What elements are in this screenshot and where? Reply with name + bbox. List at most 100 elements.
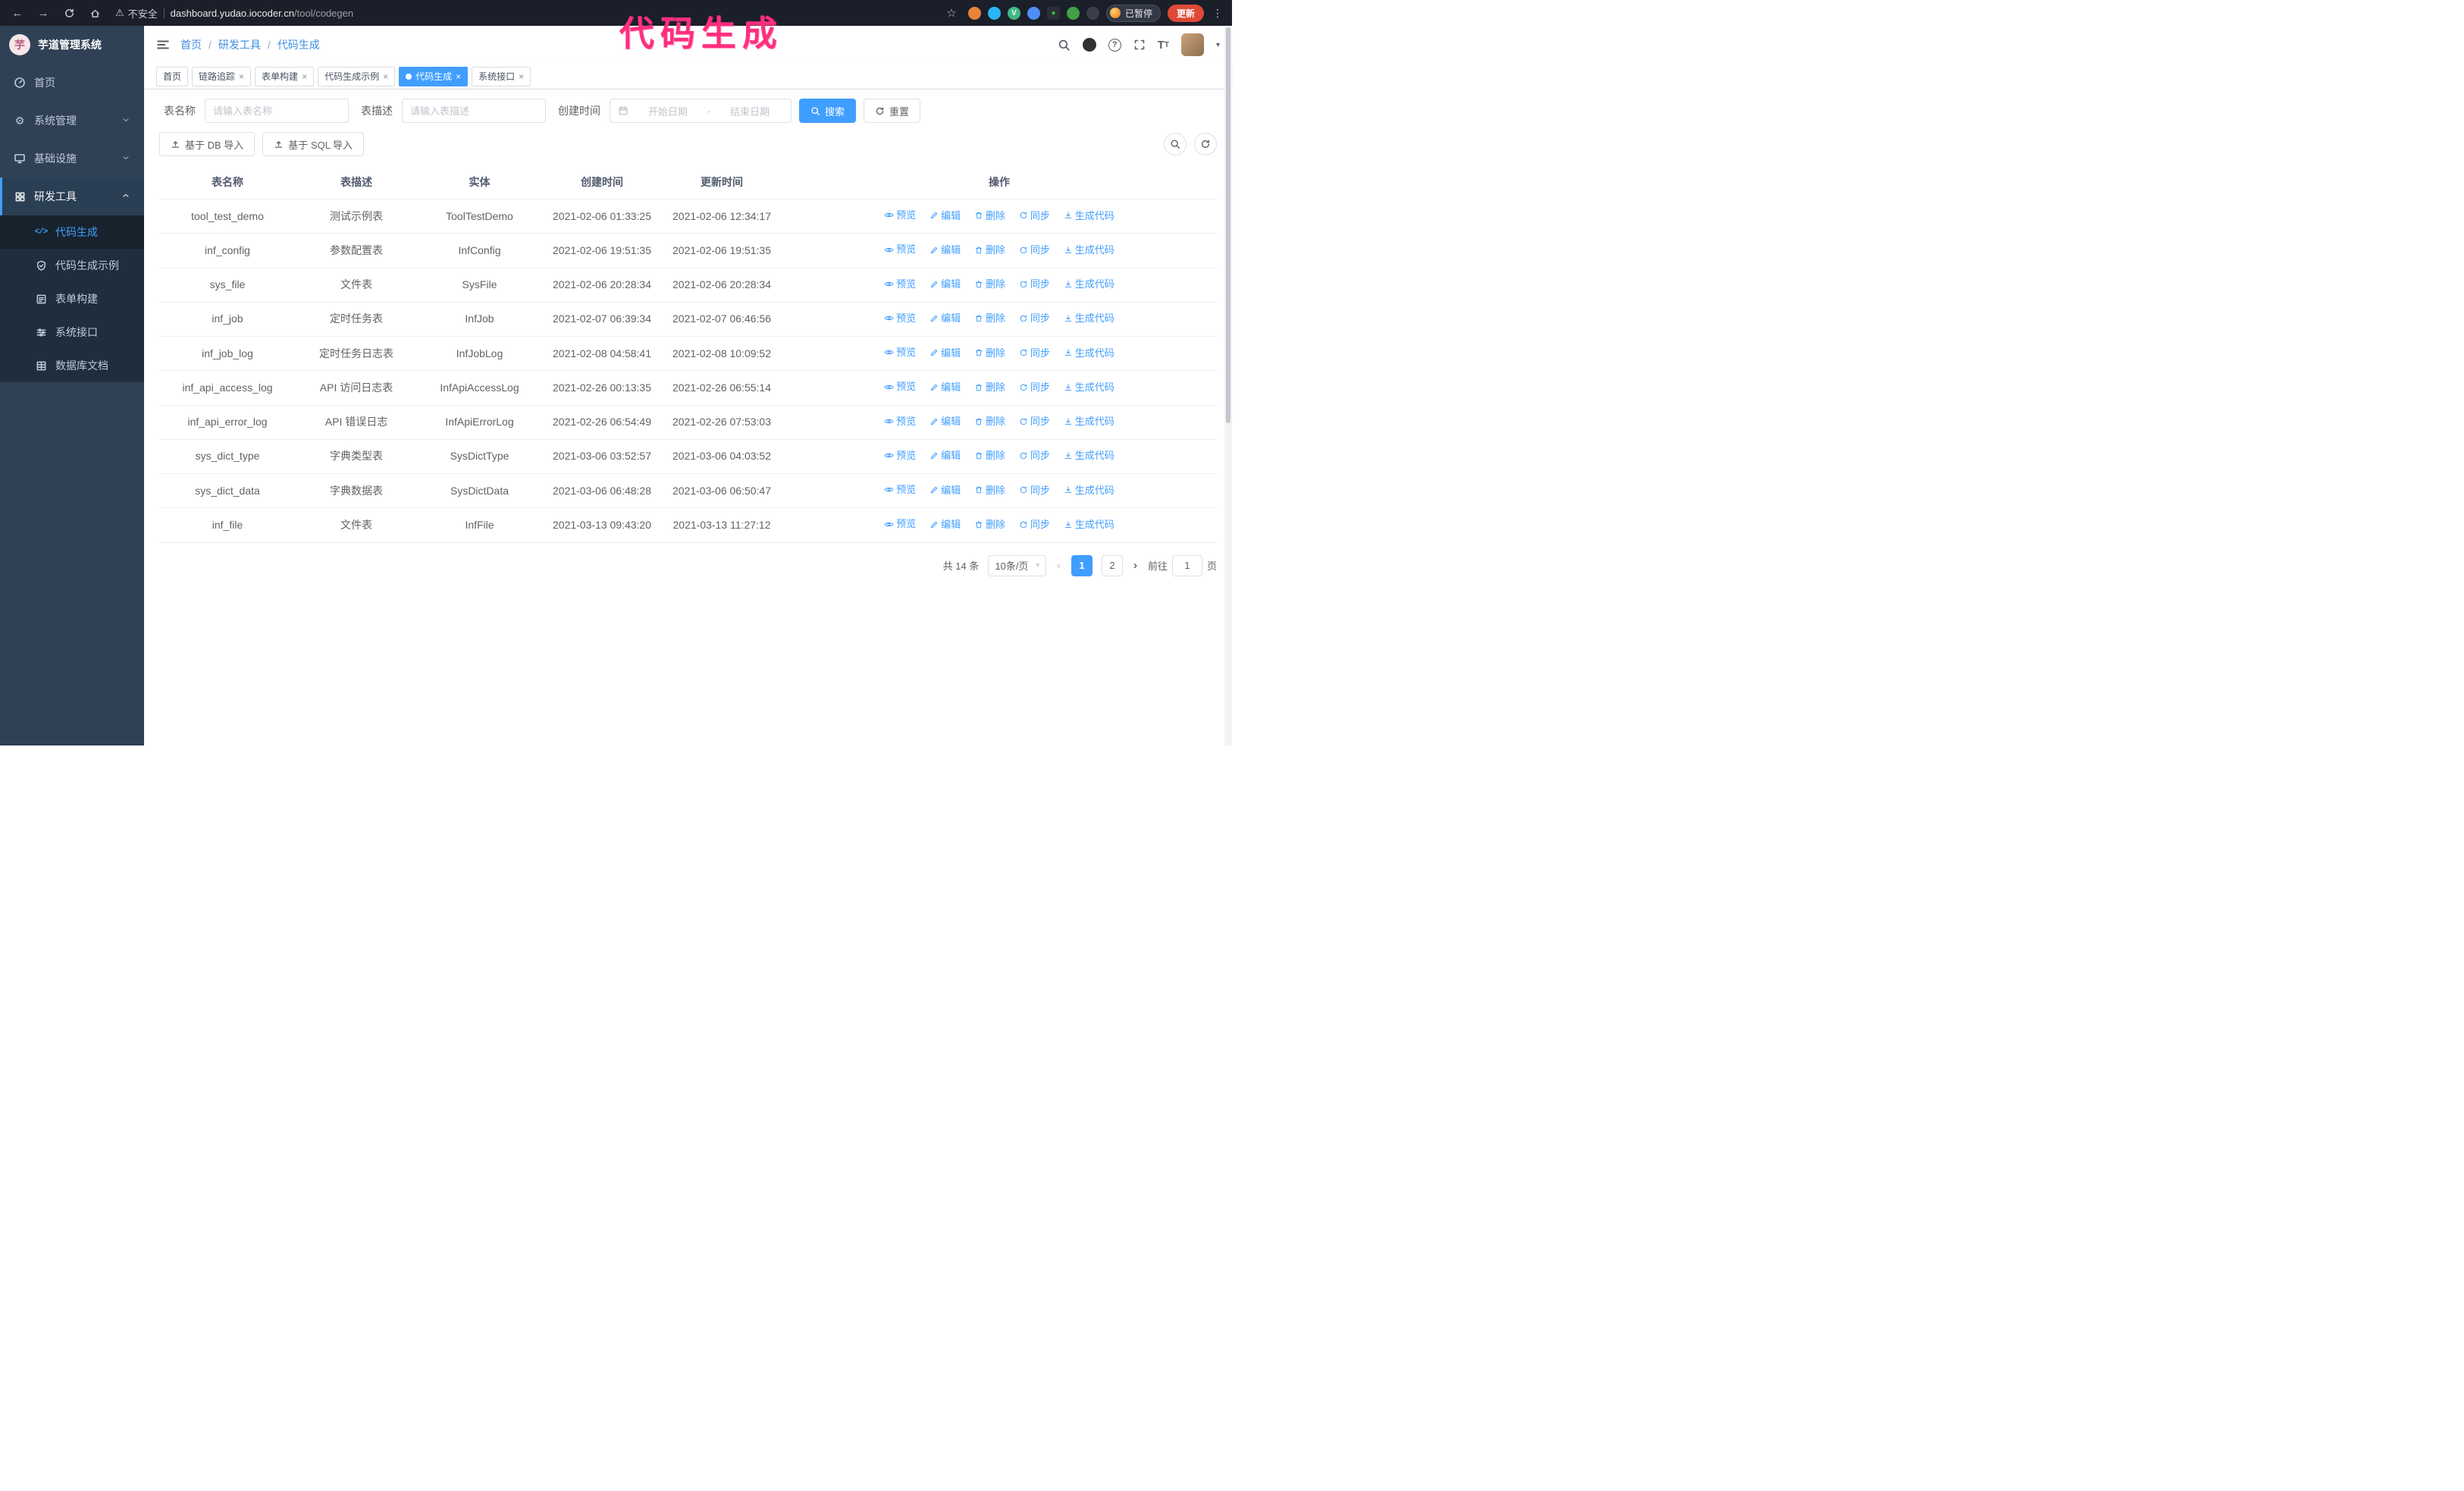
sidebar-item-infrastructure[interactable]: 基础设施 [0,140,144,177]
sidebar-item-devtools[interactable]: 研发工具 [0,177,144,215]
prev-page-button[interactable]: ‹ [1055,559,1062,572]
tab-trace[interactable]: 链路追踪 × [192,66,252,86]
tab-form-builder[interactable]: 表单构建 × [255,66,315,86]
sync-link[interactable]: 同步 [1019,448,1050,463]
sync-link[interactable]: 同步 [1019,483,1050,498]
bookmark-star-icon[interactable]: ☆ [942,3,961,23]
sync-link[interactable]: 同步 [1019,277,1050,292]
profile-paused-badge[interactable]: 已暂停 [1105,4,1161,22]
create-time-range-picker[interactable]: 开始日期 - 结束日期 [610,99,792,123]
scrollbar-thumb[interactable] [1226,27,1230,423]
delete-link[interactable]: 删除 [974,243,1005,258]
sidebar-collapse-icon[interactable] [156,38,170,52]
delete-link[interactable]: 删除 [974,414,1005,429]
next-page-button[interactable]: › [1132,559,1139,572]
search-button[interactable]: 搜索 [799,99,857,123]
delete-link[interactable]: 删除 [974,380,1005,395]
edit-link[interactable]: 编辑 [929,346,961,361]
reset-button[interactable]: 重置 [864,99,921,123]
page-scrollbar[interactable] [1224,26,1232,746]
help-icon[interactable]: ? [1108,38,1121,52]
sync-link[interactable]: 同步 [1019,311,1050,326]
extension-icon[interactable]: ● [1046,6,1060,20]
breadcrumb-home[interactable]: 首页 [180,37,202,52]
browser-back-icon[interactable]: ← [8,3,27,23]
generate-code-link[interactable]: 生成代码 [1064,448,1114,463]
url-text[interactable]: dashboard.yudao.iocoder.cn/tool/codegen [171,8,353,19]
browser-home-icon[interactable] [85,3,105,23]
address-bar[interactable]: ⚠ 不安全 dashboard.yudao.iocoder.cn/tool/co… [111,6,936,20]
preview-link[interactable]: 预览 [884,311,916,326]
tab-home[interactable]: 首页 [156,66,189,86]
table-name-input[interactable] [205,99,349,123]
preview-link[interactable]: 预览 [884,482,916,498]
extension-icon[interactable] [1086,6,1099,20]
generate-code-link[interactable]: 生成代码 [1064,517,1114,532]
edit-link[interactable]: 编辑 [929,277,961,292]
sync-link[interactable]: 同步 [1019,380,1050,395]
edit-link[interactable]: 编辑 [929,414,961,429]
refresh-table-button[interactable] [1194,133,1217,155]
table-desc-input[interactable] [402,99,546,123]
preview-link[interactable]: 预览 [884,208,916,223]
delete-link[interactable]: 删除 [974,448,1005,463]
preview-link[interactable]: 预览 [884,448,916,463]
delete-link[interactable]: 删除 [974,483,1005,498]
security-warning[interactable]: ⚠ 不安全 [115,6,158,20]
close-icon[interactable]: × [383,71,388,82]
generate-code-link[interactable]: 生成代码 [1064,483,1114,498]
browser-refresh-icon[interactable] [59,3,79,23]
extension-icon[interactable] [1066,6,1080,20]
tab-codegen-example[interactable]: 代码生成示例 × [318,66,396,86]
extension-icon[interactable] [1027,6,1040,20]
sidebar-item-system[interactable]: ⚙ 系统管理 [0,102,144,140]
edit-link[interactable]: 编辑 [929,380,961,395]
sync-link[interactable]: 同步 [1019,517,1050,532]
preview-link[interactable]: 预览 [884,345,916,360]
goto-page-input[interactable] [1171,554,1202,576]
tab-system-api[interactable]: 系统接口 × [472,66,531,86]
page-button-2[interactable]: 2 [1101,554,1123,576]
sidebar-item-home[interactable]: 首页 [0,64,144,102]
fullscreen-icon[interactable] [1133,39,1146,51]
page-size-select[interactable]: 10条/页 ▾ [988,554,1046,576]
sidebar-item-system-api[interactable]: 系统接口 [0,315,144,349]
sidebar-item-db-doc[interactable]: 数据库文档 [0,349,144,382]
delete-link[interactable]: 删除 [974,517,1005,532]
toggle-search-button[interactable] [1164,133,1187,155]
user-avatar[interactable] [1180,33,1204,56]
breadcrumb-devtools[interactable]: 研发工具 [218,37,261,52]
generate-code-link[interactable]: 生成代码 [1064,346,1114,361]
edit-link[interactable]: 编辑 [929,311,961,326]
preview-link[interactable]: 预览 [884,379,916,394]
extension-icon[interactable] [987,6,1001,20]
browser-menu-icon[interactable]: ⋮ [1211,7,1224,20]
close-icon[interactable]: × [302,71,307,82]
tab-codegen[interactable]: 代码生成 × [399,66,469,86]
page-button-1[interactable]: 1 [1071,554,1092,576]
browser-forward-icon[interactable]: → [33,3,53,23]
generate-code-link[interactable]: 生成代码 [1064,243,1114,258]
search-icon[interactable] [1058,39,1071,52]
edit-link[interactable]: 编辑 [929,448,961,463]
preview-link[interactable]: 预览 [884,277,916,292]
browser-update-button[interactable]: 更新 [1167,4,1204,22]
edit-link[interactable]: 编辑 [929,209,961,224]
sync-link[interactable]: 同步 [1019,209,1050,224]
sidebar-item-codegen-example[interactable]: 代码生成示例 [0,249,144,282]
sidebar-item-form-builder[interactable]: 表单构建 [0,282,144,315]
generate-code-link[interactable]: 生成代码 [1064,311,1114,326]
edit-link[interactable]: 编辑 [929,483,961,498]
generate-code-link[interactable]: 生成代码 [1064,380,1114,395]
sync-link[interactable]: 同步 [1019,346,1050,361]
delete-link[interactable]: 删除 [974,346,1005,361]
preview-link[interactable]: 预览 [884,242,916,257]
generate-code-link[interactable]: 生成代码 [1064,209,1114,224]
extension-icon[interactable]: V [1007,6,1020,20]
delete-link[interactable]: 删除 [974,277,1005,292]
app-logo[interactable]: 芋 芋道管理系统 [0,26,144,64]
font-size-icon[interactable]: TT [1158,39,1169,52]
chevron-down-icon[interactable]: ▾ [1216,41,1220,49]
delete-link[interactable]: 删除 [974,311,1005,326]
preview-link[interactable]: 预览 [884,414,916,429]
